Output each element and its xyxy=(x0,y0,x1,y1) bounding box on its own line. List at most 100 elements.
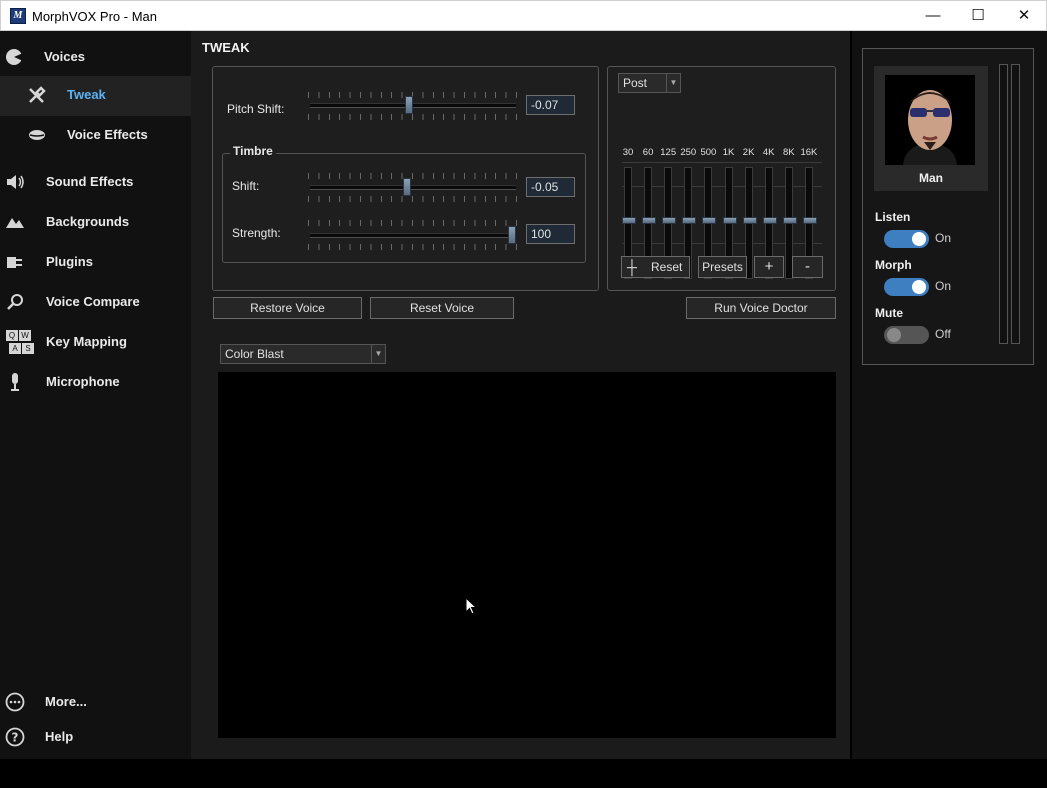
morph-toggle[interactable] xyxy=(884,278,929,296)
mute-label: Mute xyxy=(875,306,903,320)
tweak-panel: TWEAK Pitch Shift: -0.07 Timbre Shift: -… xyxy=(191,31,850,759)
eq-add-button[interactable]: + xyxy=(754,256,784,278)
avatar xyxy=(885,75,975,165)
speaker-icon xyxy=(7,175,24,189)
sidebar-item-label: Help xyxy=(45,729,74,744)
sidebar-item-label: Voice Compare xyxy=(46,294,140,309)
sidebar-item-sound-effects[interactable]: Sound Effects xyxy=(0,163,191,203)
sidebar-item-backgrounds[interactable]: Backgrounds xyxy=(0,203,191,243)
sidebar-item-more[interactable]: More... xyxy=(0,683,191,723)
timbre-strength-thumb[interactable] xyxy=(508,226,516,244)
timbre-shift-thumb[interactable] xyxy=(403,178,412,196)
visualizer-value: Color Blast xyxy=(225,347,284,361)
eq-band-label: 1K xyxy=(722,147,735,158)
voice-status-box: Man Listen On Morph On Mute Off xyxy=(862,48,1034,365)
level-meter-right xyxy=(1011,64,1020,344)
voice-status-panel: Man Listen On Morph On Mute Off xyxy=(850,31,1047,759)
plug-icon xyxy=(7,257,22,268)
reset-voice-button[interactable]: Reset Voice xyxy=(370,297,514,319)
eq-band-thumb[interactable] xyxy=(642,217,657,224)
keyboard-keys-icon: Q W A S xyxy=(5,330,34,356)
sidebar: Voices Tweak Voice Effects Sound Effects… xyxy=(0,31,191,759)
more-dots-icon xyxy=(5,692,25,712)
level-meter-left xyxy=(999,64,1008,344)
magnifier-icon xyxy=(7,294,23,310)
sidebar-item-label: Voices xyxy=(44,49,85,64)
maximize-button[interactable]: ☐ xyxy=(955,1,1001,31)
eq-reset-button[interactable]: ┼ Reset xyxy=(621,256,690,278)
eq-band-thumb[interactable] xyxy=(702,217,717,224)
sidebar-item-voice-compare[interactable]: Voice Compare xyxy=(0,283,191,323)
mute-toggle[interactable] xyxy=(884,326,929,344)
pitch-timbre-panel: Pitch Shift: -0.07 Timbre Shift: -0.05 S… xyxy=(212,66,599,291)
eq-mode-value: Post xyxy=(623,76,648,90)
title-bar: M MorphVOX Pro - Man — ☐ ✕ xyxy=(0,0,1047,31)
eq-band-label: 500 xyxy=(700,147,717,158)
sidebar-item-label: Plugins xyxy=(46,254,93,269)
sidebar-item-voices[interactable]: Voices xyxy=(0,38,191,78)
sidebar-item-label: Tweak xyxy=(67,87,106,102)
strength-ticks-bottom xyxy=(308,244,518,250)
mute-state: Off xyxy=(935,327,951,341)
eq-band-label: 125 xyxy=(660,147,677,158)
microphone-icon xyxy=(11,373,19,391)
voice-avatar-card[interactable]: Man xyxy=(874,66,988,191)
voice-name: Man xyxy=(919,171,943,185)
eq-band-label: 30 xyxy=(622,147,634,158)
sidebar-item-tweak[interactable]: Tweak xyxy=(0,76,191,116)
chevron-down-icon: ▼ xyxy=(666,74,680,92)
sidebar-item-voice-effects[interactable]: Voice Effects xyxy=(0,116,191,156)
eq-band-thumb[interactable] xyxy=(662,217,677,224)
pitch-shift-label: Pitch Shift: xyxy=(227,102,285,116)
eq-mode-dropdown[interactable]: Post ▼ xyxy=(618,73,681,93)
app-logo-icon: M xyxy=(10,8,26,24)
eq-band-label: 8K xyxy=(782,147,795,158)
eq-band-thumb[interactable] xyxy=(802,217,817,224)
eq-band-thumb[interactable] xyxy=(782,217,797,224)
eq-band-label: 2K xyxy=(742,147,755,158)
shift-ticks-bottom xyxy=(308,196,518,202)
eq-band-thumb[interactable] xyxy=(742,217,757,224)
pitch-ticks-bottom xyxy=(308,114,518,120)
sidebar-item-label: Microphone xyxy=(46,374,120,389)
eq-band-thumb[interactable] xyxy=(762,217,777,224)
sidebar-item-key-mapping[interactable]: Q W A S Key Mapping xyxy=(0,323,191,363)
pitch-shift-thumb[interactable] xyxy=(405,96,414,114)
sidebar-item-label: Voice Effects xyxy=(67,127,148,142)
sidebar-item-plugins[interactable]: Plugins xyxy=(0,243,191,283)
minimize-button[interactable]: — xyxy=(910,1,956,31)
sidebar-item-label: Key Mapping xyxy=(46,334,127,349)
timbre-legend: Timbre xyxy=(230,144,276,158)
timbre-strength-value[interactable]: 100 xyxy=(526,224,575,244)
mountains-icon xyxy=(6,218,24,228)
visualizer-dropdown[interactable]: Color Blast ▼ xyxy=(220,344,386,364)
eq-presets-button[interactable]: Presets xyxy=(698,256,747,278)
close-button[interactable]: ✕ xyxy=(1001,1,1047,31)
help-question-icon: ? xyxy=(5,727,25,747)
morph-state: On xyxy=(935,279,952,293)
page-title: TWEAK xyxy=(202,40,250,55)
timbre-shift-value[interactable]: -0.05 xyxy=(526,177,575,197)
crosshair-icon: ┼ xyxy=(627,259,637,275)
sidebar-item-microphone[interactable]: Microphone xyxy=(0,363,191,403)
listen-label: Listen xyxy=(875,210,911,224)
lips-icon xyxy=(29,130,45,140)
window-title: MorphVOX Pro - Man xyxy=(32,9,157,24)
pitch-shift-value[interactable]: -0.07 xyxy=(526,95,575,115)
svg-text:?: ? xyxy=(12,731,19,745)
run-voice-doctor-button[interactable]: Run Voice Doctor xyxy=(686,297,836,319)
listen-toggle[interactable] xyxy=(884,230,929,248)
eq-band-label: 4K xyxy=(762,147,775,158)
eq-band-thumb[interactable] xyxy=(622,217,636,224)
sidebar-item-label: More... xyxy=(45,694,87,709)
sidebar-item-help[interactable]: ? Help xyxy=(0,718,191,758)
equalizer-panel: Post ▼ 30 60 125 250 500 1K 2K 4K 8K 16K ┼ Reset … xyxy=(607,66,836,291)
eq-band-thumb[interactable] xyxy=(722,217,737,224)
restore-voice-button[interactable]: Restore Voice xyxy=(213,297,362,319)
sidebar-item-label: Sound Effects xyxy=(46,174,134,189)
visualizer-display[interactable] xyxy=(218,372,836,738)
tools-icon xyxy=(29,86,46,103)
eq-remove-button[interactable]: - xyxy=(792,256,823,278)
status-bar xyxy=(0,759,1047,788)
eq-band-thumb[interactable] xyxy=(682,217,697,224)
